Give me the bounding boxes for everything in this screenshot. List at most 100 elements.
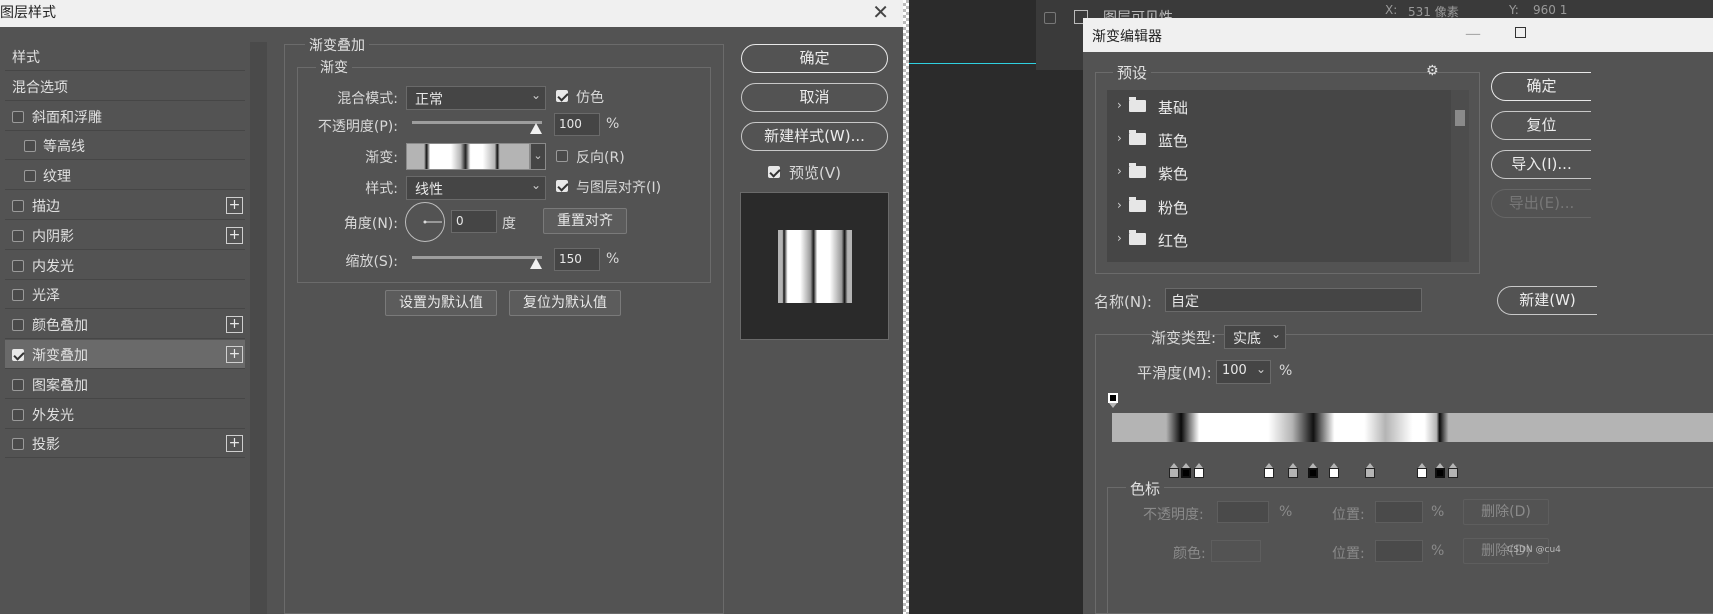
name-input[interactable]: 自定 bbox=[1165, 288, 1422, 312]
preset-folder-item[interactable]: › 红色 bbox=[1107, 223, 1445, 256]
chevron-right-icon[interactable]: › bbox=[1117, 231, 1122, 245]
stop-opacity-input[interactable] bbox=[1217, 501, 1269, 523]
maximize-icon[interactable] bbox=[1515, 27, 1526, 38]
style-item-checkbox[interactable] bbox=[12, 259, 24, 272]
set-default-button[interactable]: 设置为默认值 bbox=[385, 290, 497, 316]
add-effect-plus-icon[interactable]: + bbox=[226, 435, 243, 453]
ge-ok-button[interactable]: 确定 bbox=[1491, 72, 1591, 101]
angle-unit: 度 bbox=[502, 216, 516, 232]
style-list-scrollbar[interactable] bbox=[250, 42, 267, 614]
chevron-right-icon[interactable]: › bbox=[1117, 198, 1122, 212]
angle-input[interactable]: 0 bbox=[451, 210, 497, 233]
style-item-checkbox[interactable] bbox=[12, 378, 24, 391]
chevron-right-icon[interactable]: › bbox=[1117, 131, 1122, 145]
style-item-checkbox[interactable] bbox=[12, 289, 24, 302]
gradient-bar[interactable] bbox=[1112, 413, 1713, 442]
stop-color-swatch[interactable] bbox=[1211, 540, 1261, 562]
color-stop[interactable] bbox=[1417, 463, 1427, 481]
preset-folder-item[interactable]: › 粉色 bbox=[1107, 190, 1445, 223]
presets-scroll-thumb[interactable] bbox=[1455, 110, 1465, 126]
gear-icon[interactable]: ⚙ bbox=[1426, 63, 1439, 79]
style-item[interactable]: 样式 bbox=[5, 42, 245, 71]
style-item[interactable]: 图案叠加 bbox=[5, 370, 245, 399]
add-effect-plus-icon[interactable]: + bbox=[226, 346, 243, 363]
style-item-checkbox[interactable] bbox=[24, 140, 36, 153]
style-item[interactable]: 等高线 bbox=[5, 131, 245, 161]
scale-slider-handle[interactable] bbox=[530, 258, 542, 269]
minimize-icon[interactable]: — bbox=[1465, 24, 1481, 43]
color-stop[interactable] bbox=[1329, 463, 1339, 481]
ge-export-button[interactable]: 导出(E)... bbox=[1491, 189, 1591, 218]
stop-color-position-input[interactable] bbox=[1375, 540, 1423, 562]
color-stop[interactable] bbox=[1264, 463, 1274, 481]
style-item-checkbox[interactable] bbox=[12, 110, 24, 123]
presets-scrollbar[interactable] bbox=[1451, 90, 1469, 262]
opacity-slider[interactable] bbox=[412, 121, 542, 124]
new-style-button[interactable]: 新建样式(W)... bbox=[741, 122, 888, 151]
stop-opacity-position-input[interactable] bbox=[1375, 501, 1423, 523]
style-item-checkbox[interactable] bbox=[12, 349, 24, 361]
color-stop[interactable] bbox=[1288, 463, 1298, 481]
style-item[interactable]: 光泽 bbox=[5, 280, 245, 310]
add-effect-plus-icon[interactable]: + bbox=[226, 316, 243, 334]
style-item-checkbox[interactable] bbox=[12, 408, 24, 421]
blend-mode-select[interactable]: 正常 ⌄ bbox=[406, 86, 546, 110]
preset-folder-item[interactable]: › 紫色 bbox=[1107, 156, 1445, 190]
reverse-checkbox[interactable] bbox=[556, 150, 568, 162]
align-layer-checkbox[interactable] bbox=[556, 180, 568, 192]
reset-align-button[interactable]: 重置对齐 bbox=[543, 208, 627, 234]
reset-default-button[interactable]: 复位为默认值 bbox=[509, 290, 621, 316]
color-stop[interactable] bbox=[1308, 463, 1318, 481]
style-item-checkbox[interactable] bbox=[12, 319, 24, 332]
dither-checkbox[interactable] bbox=[556, 90, 568, 102]
ok-button[interactable]: 确定 bbox=[741, 44, 888, 73]
add-effect-plus-icon[interactable]: + bbox=[226, 197, 243, 214]
opacity-stop-left[interactable] bbox=[1108, 393, 1118, 408]
preset-folder-item[interactable]: › 蓝色 bbox=[1107, 123, 1445, 157]
style-item[interactable]: 混合选项 bbox=[5, 72, 245, 101]
ge-import-button[interactable]: 导入(I)... bbox=[1491, 150, 1591, 179]
style-item-checkbox[interactable] bbox=[12, 200, 24, 212]
style-item[interactable]: 渐变叠加 + bbox=[5, 340, 245, 369]
color-stop[interactable] bbox=[1435, 463, 1445, 481]
scale-input[interactable]: 150 bbox=[554, 248, 600, 271]
ge-reset-button[interactable]: 复位 bbox=[1491, 111, 1591, 140]
style-item[interactable]: 内阴影 + bbox=[5, 221, 245, 250]
style-item[interactable]: 内发光 bbox=[5, 251, 245, 280]
chevron-right-icon[interactable]: › bbox=[1117, 98, 1122, 112]
gradient-dropdown-chevron-icon[interactable]: ⌄ bbox=[530, 143, 546, 170]
style-item[interactable]: 投影 + bbox=[5, 429, 245, 459]
close-icon[interactable]: ✕ bbox=[872, 0, 889, 24]
opacity-slider-handle[interactable] bbox=[530, 123, 542, 134]
style-item-checkbox[interactable] bbox=[24, 170, 36, 183]
preview-checkbox[interactable] bbox=[768, 166, 780, 178]
smoothness-select[interactable]: 100 ⌄ bbox=[1216, 360, 1271, 384]
delete-opacity-stop-button[interactable]: 删除(D) bbox=[1463, 499, 1549, 525]
cancel-button[interactable]: 取消 bbox=[741, 83, 888, 112]
color-stop[interactable] bbox=[1169, 463, 1179, 481]
color-stop[interactable] bbox=[1448, 463, 1458, 481]
style-item-checkbox[interactable] bbox=[12, 229, 24, 242]
style-item[interactable]: 颜色叠加 + bbox=[5, 310, 245, 340]
color-stop[interactable] bbox=[1181, 463, 1191, 481]
angle-dial[interactable] bbox=[404, 201, 446, 243]
ge-new-button[interactable]: 新建(W) bbox=[1497, 286, 1597, 315]
opacity-input[interactable]: 100 bbox=[554, 113, 600, 136]
chevron-right-icon[interactable]: › bbox=[1117, 164, 1122, 178]
gradient-swatch[interactable] bbox=[406, 143, 530, 170]
color-stop[interactable] bbox=[1365, 463, 1375, 481]
dither-label: 仿色 bbox=[576, 90, 604, 106]
add-effect-plus-icon[interactable]: + bbox=[226, 226, 243, 244]
gradient-type-select[interactable]: 实底 ⌄ bbox=[1224, 325, 1286, 349]
color-stop[interactable] bbox=[1194, 463, 1204, 481]
style-item[interactable]: 外发光 bbox=[5, 400, 245, 429]
visibility-checkbox[interactable] bbox=[1044, 12, 1056, 24]
style-item[interactable]: 描边 + bbox=[5, 191, 245, 220]
scale-slider[interactable] bbox=[412, 256, 542, 259]
preset-folder-item[interactable]: › 基础 bbox=[1107, 90, 1445, 123]
stop-color-label: 颜色: bbox=[1173, 546, 1206, 562]
style-item[interactable]: 纹理 bbox=[5, 161, 245, 191]
style-item-checkbox[interactable] bbox=[12, 438, 24, 451]
style-select[interactable]: 线性 ⌄ bbox=[406, 176, 546, 200]
style-item[interactable]: 斜面和浮雕 bbox=[5, 102, 245, 131]
